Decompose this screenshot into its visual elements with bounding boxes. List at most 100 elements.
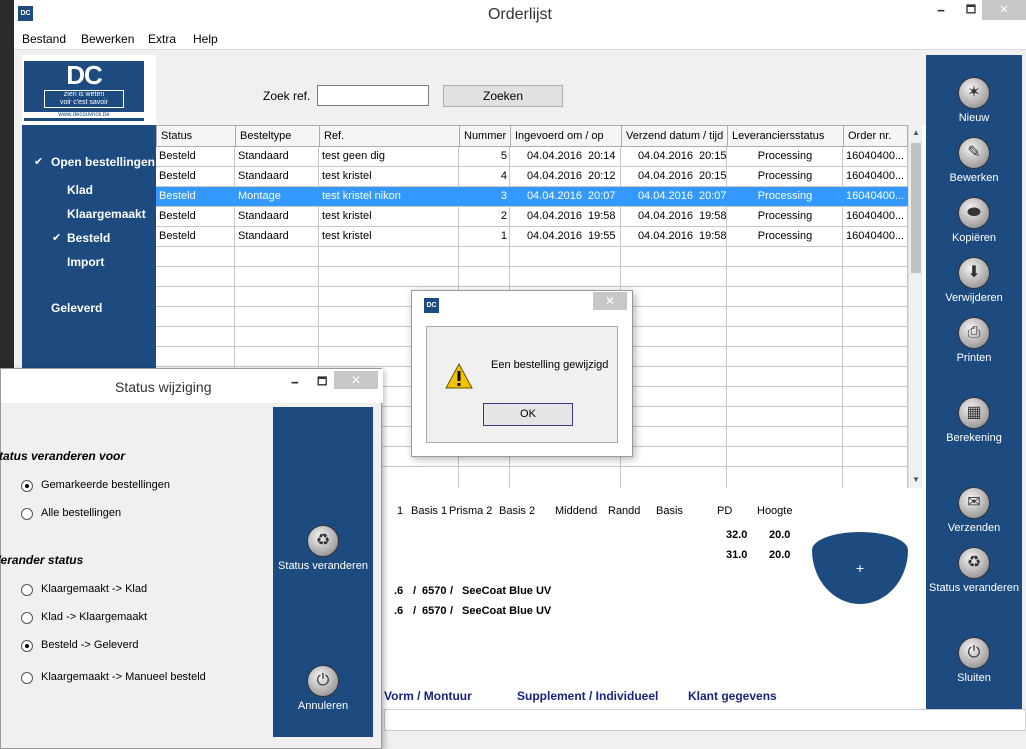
cell-lev: Processing xyxy=(757,170,813,182)
cell-ref: test kristel xyxy=(322,170,372,182)
nav-open-bestellingen[interactable]: Open bestellingen xyxy=(51,155,155,169)
dialog-maximize-button[interactable]: 🗖 xyxy=(317,373,327,392)
dialog-minimize-button[interactable]: 🗕 xyxy=(291,373,299,392)
bewerken-button[interactable]: ✎ Bewerken xyxy=(926,137,1022,184)
header-leveranciersstatus[interactable]: Leveranciersstatus xyxy=(727,125,844,147)
menu-extra[interactable]: Extra xyxy=(148,32,176,46)
radio-klaargemaakt-klad[interactable] xyxy=(21,584,33,596)
search-input[interactable] xyxy=(317,85,429,106)
logo-tagline-1: zien is weten xyxy=(63,91,105,98)
menu-bestand[interactable]: Bestand xyxy=(22,32,66,46)
dc-logo: DC zien is weten voir c'est savoir www.d… xyxy=(24,61,144,121)
label-gemarkeerde: Gemarkeerde bestellingen xyxy=(41,479,171,491)
cell-order: 16040400... xyxy=(846,210,905,222)
menu-bewerken[interactable]: Bewerken xyxy=(81,32,134,46)
cell-status: Besteld xyxy=(159,190,196,202)
cell-nummer: 3 xyxy=(500,190,507,202)
radio-besteld-geleverd[interactable] xyxy=(21,640,33,652)
lens-shape-preview: + xyxy=(812,532,908,604)
status-veranderen-button[interactable]: ♻ Status veranderen xyxy=(273,525,373,572)
radio-gemarkeerde[interactable] xyxy=(21,480,33,492)
radio-klaargemaakt-manueel[interactable] xyxy=(21,672,33,684)
cell-in-date: 04.04.2016 xyxy=(526,170,582,182)
dialog-close-button[interactable]: ✕ xyxy=(334,371,378,389)
detail-header-pd: PD xyxy=(717,505,733,517)
cell-in-date: 04.04.2016 xyxy=(526,230,582,242)
status-strip xyxy=(384,709,1026,731)
scroll-thumb[interactable] xyxy=(911,143,921,273)
cell-in-time: 19:55 xyxy=(588,230,616,242)
table-row[interactable] xyxy=(156,247,908,267)
section-status-veranderen-voor: Status veranderen voor xyxy=(0,449,126,463)
search-button[interactable]: Zoeken xyxy=(443,85,563,107)
nav-geleverd[interactable]: Geleverd xyxy=(51,301,102,315)
table-row[interactable]: Besteld Standaard test kristel 2 04.04.2016 1… xyxy=(156,207,908,227)
vertical-scrollbar[interactable]: ▲ ▼ xyxy=(908,125,922,488)
close-button[interactable]: ✕ xyxy=(982,0,1026,20)
cell-type: Standaard xyxy=(238,170,289,182)
message-text: Een bestelling gewijzigd xyxy=(491,359,609,371)
link-supplement-individueel[interactable]: Supplement / Individueel xyxy=(517,689,658,703)
ok-button[interactable]: OK xyxy=(483,403,573,426)
cell-lev: Processing xyxy=(757,230,813,242)
sluiten-button[interactable]: ⏻ Sluiten xyxy=(926,637,1022,684)
kopieren-button[interactable]: ⬬ Kopiëren xyxy=(926,197,1022,244)
status-nav-panel: DC zien is weten voir c'est savoir www.d… xyxy=(22,55,156,370)
table-row[interactable]: Besteld Standaard test kristel 4 04.04.2016 2… xyxy=(156,167,908,187)
cell-lev: Processing xyxy=(757,190,813,202)
link-vorm-montuur[interactable]: Vorm / Montuur xyxy=(384,689,472,703)
header-ref[interactable]: Ref. xyxy=(319,125,460,147)
menu-help[interactable]: Help xyxy=(193,32,218,46)
cell-out-time: 20:15 xyxy=(699,150,727,162)
link-klant-gegevens[interactable]: Klant gegevens xyxy=(688,689,777,703)
message-dialog: DC ✕ Een bestelling gewijzigd OK xyxy=(411,290,633,457)
status-veranderen-button[interactable]: ♻ Status veranderen xyxy=(926,547,1022,594)
table-row[interactable]: Besteld Standaard test geen dig 5 04.04.2016… xyxy=(156,147,908,167)
lens-left-sep: / xyxy=(450,605,454,617)
header-order-nr[interactable]: Order nr. xyxy=(843,125,908,147)
nieuw-button[interactable]: ✶ Nieuw xyxy=(926,77,1022,124)
minimize-button[interactable]: 🗕 xyxy=(924,0,958,20)
verwijderen-label: Verwijderen xyxy=(945,292,1003,304)
annuleren-button[interactable]: ⏻ Annuleren xyxy=(273,665,373,712)
dialog-title: Status wijziging xyxy=(115,379,212,395)
verzenden-button[interactable]: ✉ Verzenden xyxy=(926,487,1022,534)
table-row[interactable]: Besteld Montage test kristel nikon 3 04.04.2… xyxy=(156,187,908,207)
table-row[interactable] xyxy=(156,267,908,287)
message-close-button[interactable]: ✕ xyxy=(593,292,627,310)
table-row[interactable]: Besteld Standaard test kristel 1 04.04.2016 1… xyxy=(156,227,908,247)
scroll-down-icon[interactable]: ▼ xyxy=(909,472,923,488)
cell-type: Standaard xyxy=(238,150,289,162)
label-klaargemaakt-klad: Klaargemaakt -> Klad xyxy=(41,583,148,595)
printen-button[interactable]: ⎙ Printen xyxy=(926,317,1022,364)
nav-besteld[interactable]: Besteld xyxy=(67,231,110,245)
cell-ref: test geen dig xyxy=(322,150,385,162)
cell-in-time: 20:07 xyxy=(588,190,616,202)
cell-type: Standaard xyxy=(238,210,289,222)
nav-klaargemaakt[interactable]: Klaargemaakt xyxy=(67,207,146,221)
detail-header-prisma1: 1 xyxy=(397,505,404,517)
cell-in-time: 20:12 xyxy=(588,170,616,182)
cell-order: 16040400... xyxy=(846,170,905,182)
header-status[interactable]: Status xyxy=(156,125,236,147)
calculator-icon: ▦ xyxy=(958,397,990,429)
pd-right: 32.0 xyxy=(726,529,748,541)
header-nummer[interactable]: Nummer xyxy=(459,125,511,147)
lens-left-sep: / xyxy=(413,605,417,617)
header-verzend[interactable]: Verzend datum / tijd xyxy=(621,125,728,147)
verwijderen-button[interactable]: ⬇ Verwijderen xyxy=(926,257,1022,304)
nav-import[interactable]: Import xyxy=(67,255,104,269)
scroll-up-icon[interactable]: ▲ xyxy=(909,125,923,141)
nav-klad[interactable]: Klad xyxy=(67,183,93,197)
radio-klad-klaargemaakt[interactable] xyxy=(21,612,33,624)
cell-in-date: 04.04.2016 xyxy=(526,210,582,222)
cell-nummer: 5 xyxy=(500,150,507,162)
radio-alle[interactable] xyxy=(21,508,33,520)
kopieren-label: Kopiëren xyxy=(951,232,997,244)
header-ingevoerd[interactable]: Ingevoerd om / op xyxy=(510,125,622,147)
cell-out-time: 19:58 xyxy=(699,230,727,242)
cell-out-date: 04.04.2016 xyxy=(637,230,693,242)
recycle-icon: ♻ xyxy=(307,525,339,557)
header-besteltype[interactable]: Besteltype xyxy=(235,125,320,147)
berekening-button[interactable]: ▦ Berekening xyxy=(926,397,1022,444)
